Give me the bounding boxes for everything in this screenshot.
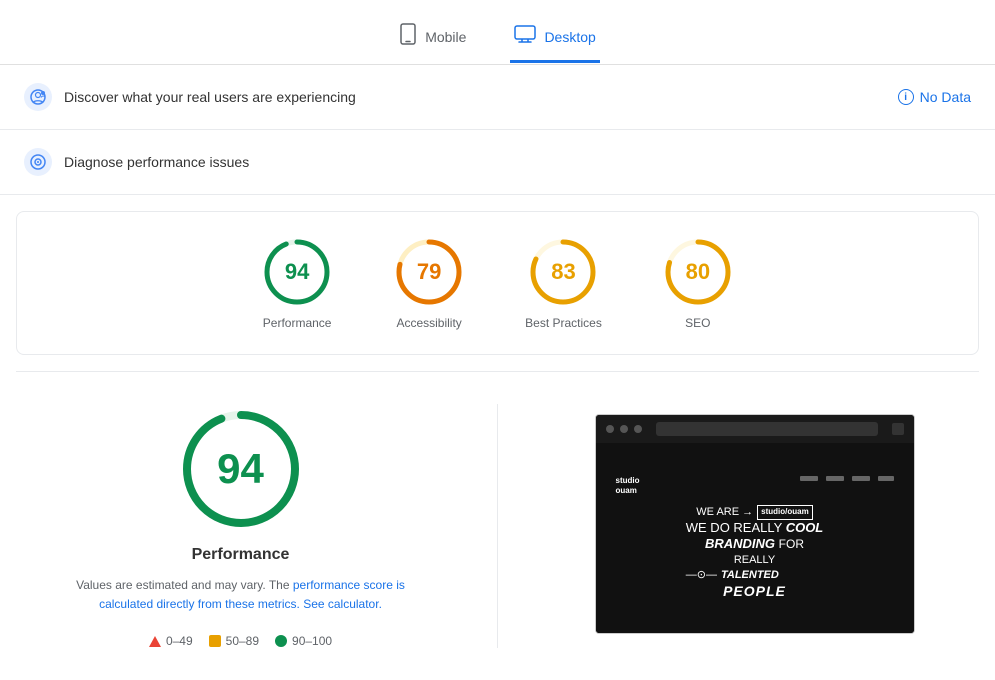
- diagnose-icon: [24, 148, 52, 176]
- score-card-accessibility[interactable]: 79 Accessibility: [393, 236, 465, 330]
- screenshot-main-text: WE ARE → studio/ouam WE DO REALLY COOL B…: [686, 505, 824, 600]
- nav-link-1: [800, 476, 818, 481]
- performance-big-circle: 94: [176, 404, 306, 534]
- legend-circle-icon: [275, 635, 287, 647]
- screenshot-header: studioouam: [612, 476, 898, 505]
- no-data-link[interactable]: i No Data: [898, 89, 971, 105]
- desktop-icon: [514, 25, 536, 48]
- sc-line5: —⊙— TALENTED: [686, 568, 824, 582]
- sc-for: FOR: [779, 537, 804, 551]
- performance-big-score: 94: [217, 445, 264, 493]
- screenshot-frame: studioouam WE ARE → studio/ouam WE DO R: [595, 414, 915, 634]
- sc-line4: REALLY: [686, 553, 824, 567]
- legend: 0–49 50–89 90–100: [149, 634, 332, 648]
- legend-green: 90–100: [275, 634, 332, 648]
- score-cards-wrapper: 94 Performance 79 Accessibility: [16, 211, 979, 355]
- screenshot-nav-bar: [596, 415, 914, 443]
- performance-detail-title: Performance: [192, 546, 290, 564]
- sc-talented: TALENTED: [721, 568, 779, 582]
- nav-link-2: [826, 476, 844, 481]
- legend-orange-label: 50–89: [226, 634, 259, 648]
- legend-orange: 50–89: [209, 634, 259, 648]
- seo-circle: 80: [662, 236, 734, 308]
- seo-score: 80: [686, 259, 710, 285]
- performance-right: studioouam WE ARE → studio/ouam WE DO R: [498, 404, 971, 648]
- tab-bar: Mobile Desktop: [0, 0, 995, 65]
- sc-line3: BRANDING FOR: [686, 536, 824, 553]
- screenshot-logo: studioouam: [616, 476, 640, 495]
- sc-line1-text: WE ARE →: [696, 505, 753, 519]
- tab-desktop-label: Desktop: [544, 29, 595, 45]
- tab-mobile[interactable]: Mobile: [395, 13, 470, 65]
- screenshot-content: studioouam WE ARE → studio/ouam WE DO R: [596, 443, 914, 633]
- sc-logo-badge: studio/ouam: [757, 505, 813, 519]
- legend-red-label: 0–49: [166, 634, 193, 648]
- accessibility-circle: 79: [393, 236, 465, 308]
- tab-desktop[interactable]: Desktop: [510, 15, 599, 63]
- legend-triangle-icon: [149, 636, 161, 647]
- legend-green-label: 90–100: [292, 634, 332, 648]
- diagnose-section: Diagnose performance issues: [0, 130, 995, 195]
- best-practices-circle: 83: [527, 236, 599, 308]
- nav-menu-icon: [892, 423, 904, 435]
- sc-line2: WE DO REALLY COOL: [686, 520, 824, 537]
- real-users-text: Discover what your real users are experi…: [64, 89, 356, 105]
- accessibility-label: Accessibility: [396, 316, 461, 330]
- seo-label: SEO: [685, 316, 710, 330]
- mobile-icon: [399, 23, 417, 50]
- real-users-left: Discover what your real users are experi…: [24, 83, 356, 111]
- legend-red: 0–49: [149, 634, 193, 648]
- performance-detail: 94 Performance Values are estimated and …: [0, 372, 995, 680]
- score-card-seo[interactable]: 80 SEO: [662, 236, 734, 330]
- nav-url-bar: [656, 422, 878, 436]
- best-practices-label: Best Practices: [525, 316, 602, 330]
- screenshot-nav-links: [800, 476, 894, 495]
- legend-square-icon: [209, 635, 221, 647]
- real-users-icon: [24, 83, 52, 111]
- nav-link-3: [852, 476, 870, 481]
- no-data-label: No Data: [920, 89, 971, 105]
- sc-line6: PEOPLE: [686, 582, 824, 600]
- diagnose-title: Diagnose performance issues: [64, 154, 249, 170]
- nav-link-4: [878, 476, 894, 481]
- score-card-performance[interactable]: 94 Performance: [261, 236, 333, 330]
- performance-label: Performance: [263, 316, 332, 330]
- sc-cool: COOL: [786, 520, 824, 535]
- nav-dot-2: [620, 425, 628, 433]
- performance-score: 94: [285, 259, 309, 285]
- performance-note: Values are estimated and may vary. The p…: [71, 576, 411, 614]
- accessibility-score: 79: [417, 259, 441, 285]
- perf-note-text: Values are estimated and may vary. The: [76, 578, 293, 592]
- score-cards: 94 Performance 79 Accessibility: [41, 236, 954, 330]
- sc-line1: WE ARE → studio/ouam: [686, 505, 824, 519]
- nav-dot-1: [606, 425, 614, 433]
- nav-dot-3: [634, 425, 642, 433]
- sc-eye: —⊙—: [686, 568, 717, 582]
- performance-left: 94 Performance Values are estimated and …: [24, 404, 498, 648]
- real-users-section: Discover what your real users are experi…: [0, 65, 995, 130]
- score-card-best-practices[interactable]: 83 Best Practices: [525, 236, 602, 330]
- tab-mobile-label: Mobile: [425, 29, 466, 45]
- performance-circle: 94: [261, 236, 333, 308]
- perf-link-calc[interactable]: See calculator.: [303, 597, 382, 611]
- info-icon: i: [898, 89, 914, 105]
- best-practices-score: 83: [551, 259, 575, 285]
